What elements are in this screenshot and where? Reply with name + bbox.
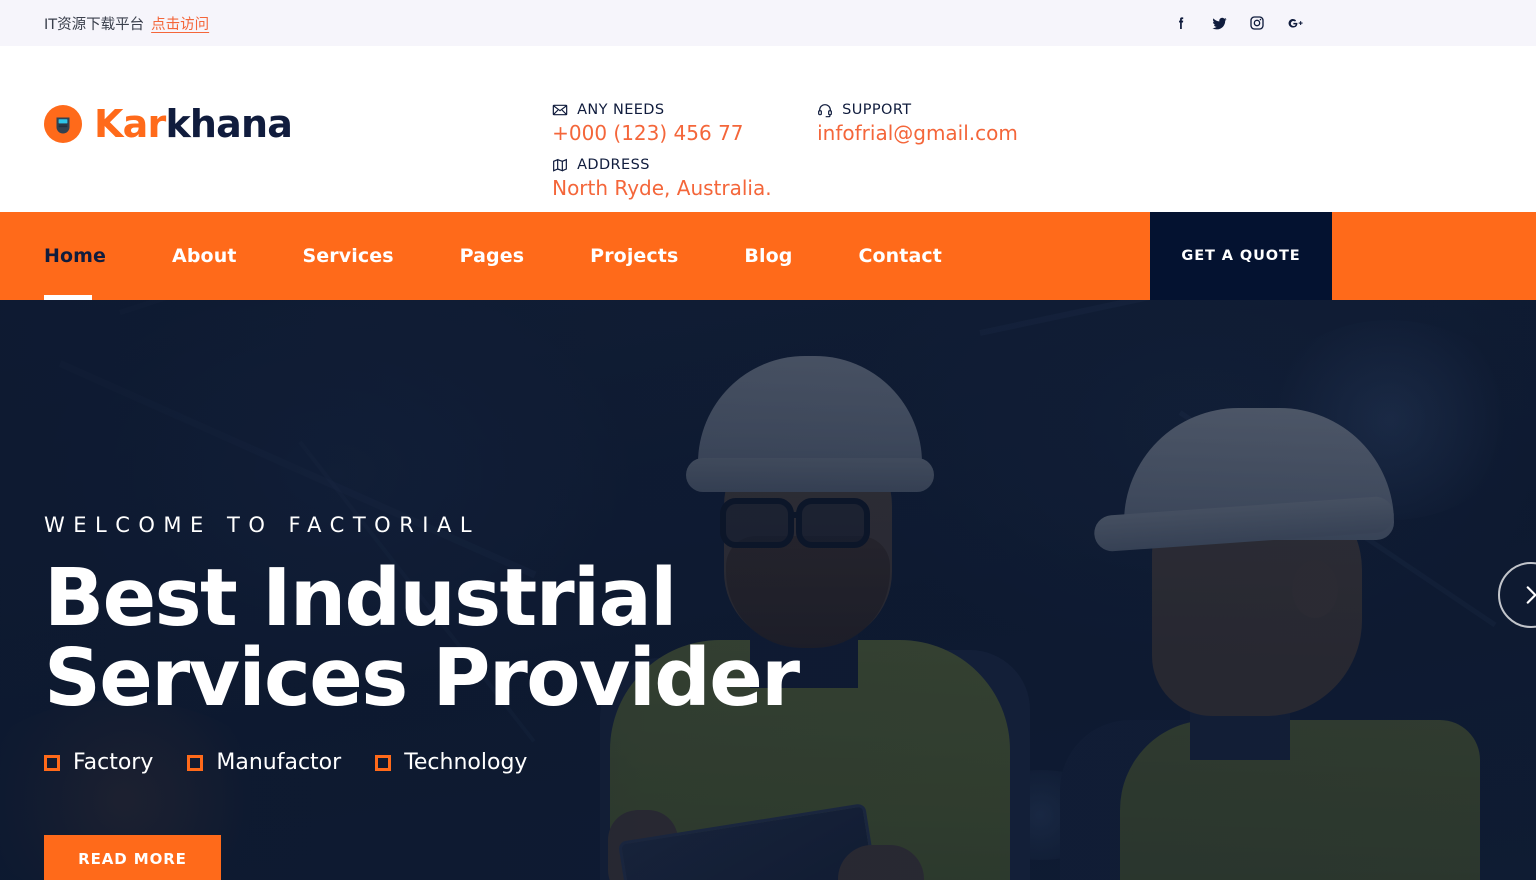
instagram-icon[interactable] <box>1246 12 1268 34</box>
nav-item-home-label: Home <box>44 245 107 267</box>
nav-item-blog[interactable]: Blog <box>744 212 825 300</box>
topbar-notice-link[interactable]: 点击访问 <box>151 13 209 34</box>
square-bullet-icon <box>375 754 392 771</box>
hero-slider: WELCOME TO FACTORIAL Best Industrial Ser… <box>0 300 1536 880</box>
nav-items: Home About Services Pages Projects Blog … <box>0 212 942 300</box>
contact-address-label-row: ADDRESS <box>552 157 817 173</box>
hero-eyebrow: WELCOME TO FACTORIAL <box>44 513 481 537</box>
facebook-icon[interactable] <box>1170 12 1192 34</box>
hero-feature-manufactor[interactable]: Manufactor <box>187 750 341 775</box>
nav-item-services[interactable]: Services <box>303 212 427 300</box>
contact-address[interactable]: North Ryde, Australia. <box>552 176 817 200</box>
contact-address-label: ADDRESS <box>577 157 650 173</box>
contact-needs-label-row: ANY NEEDS <box>552 102 817 118</box>
logo-text: Karkhana <box>94 102 293 146</box>
logo-text-part2: khana <box>165 102 293 146</box>
nav-item-pages[interactable]: Pages <box>460 212 558 300</box>
contact-support-label-row: SUPPORT <box>817 102 1082 118</box>
hero-feature-factory-label: Factory <box>73 750 154 775</box>
twitter-icon[interactable] <box>1208 12 1230 34</box>
contact-column-needs: ANY NEEDS +000 (123) 456 77 ADDRESS Nort… <box>552 102 817 212</box>
contact-support-label: SUPPORT <box>842 102 912 118</box>
social-links <box>1170 12 1506 34</box>
read-more-button[interactable]: READ MORE <box>44 835 221 880</box>
logo[interactable]: Karkhana <box>44 102 293 146</box>
map-icon <box>552 157 568 173</box>
hero-title: Best Industrial Services Provider <box>44 552 800 724</box>
header-contact-info: ANY NEEDS +000 (123) 456 77 ADDRESS Nort… <box>552 102 1082 212</box>
hero-feature-technology[interactable]: Technology <box>375 750 527 775</box>
hero-feature-factory[interactable]: Factory <box>44 750 153 775</box>
welding-helmet-icon <box>44 105 82 143</box>
hero-feature-technology-label: Technology <box>404 750 528 775</box>
contact-needs-label: ANY NEEDS <box>577 102 665 118</box>
nav-item-contact[interactable]: Contact <box>858 212 941 300</box>
top-bar: IT资源下载平台 点击访问 <box>0 0 1536 46</box>
square-bullet-icon <box>187 754 204 771</box>
contact-email[interactable]: infofrial@gmail.com <box>817 121 1082 145</box>
nav-item-projects[interactable]: Projects <box>590 212 711 300</box>
logo-text-part1: Kar <box>94 102 166 146</box>
hero-title-line1: Best Industrial <box>44 552 677 644</box>
hero-title-line2: Services Provider <box>44 632 800 724</box>
google-plus-icon[interactable] <box>1284 12 1306 34</box>
topbar-notice: IT资源下载平台 点击访问 <box>44 13 209 34</box>
site-header: Karkhana ANY NEEDS +000 (123) 456 77 ADD… <box>0 46 1536 212</box>
hero-feature-list: Factory Manufactor Technology <box>44 750 527 775</box>
envelope-icon <box>552 102 568 118</box>
contact-phone[interactable]: +000 (123) 456 77 <box>552 121 817 145</box>
topbar-notice-text: IT资源下载平台 <box>44 16 145 33</box>
nav-item-about[interactable]: About <box>172 212 269 300</box>
main-navigation: Home About Services Pages Projects Blog … <box>0 212 1536 300</box>
hero-feature-manufactor-label: Manufactor <box>216 750 342 775</box>
get-a-quote-button[interactable]: GET A QUOTE <box>1150 212 1332 300</box>
nav-item-home[interactable]: Home <box>44 212 139 300</box>
headset-icon <box>817 102 833 118</box>
square-bullet-icon <box>44 754 60 771</box>
contact-column-support: SUPPORT infofrial@gmail.com <box>817 102 1082 212</box>
